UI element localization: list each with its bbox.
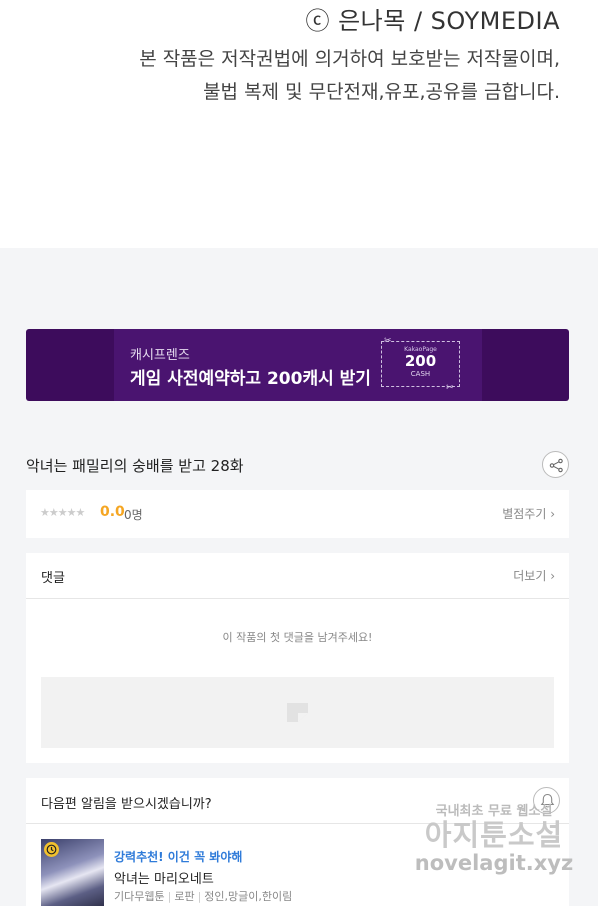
share-icon bbox=[549, 458, 563, 473]
coupon-amount: 200 bbox=[404, 352, 437, 370]
comment-label: 댓글 bbox=[41, 571, 65, 586]
next-episode-alarm-card: 다음편 알림을 받으시겠습니까? 강력추천! 이건 꼭 봐야해 악녀는 마리오네… bbox=[26, 778, 569, 906]
coupon-unit: CASH bbox=[410, 370, 431, 378]
cash-coupon: KakaoPage 200 CASH bbox=[381, 341, 460, 387]
rating-score: 0.0 bbox=[100, 504, 125, 520]
comment-input[interactable] bbox=[41, 677, 554, 748]
rating-stars[interactable]: ★★★★★ bbox=[40, 506, 85, 519]
alarm-header: 다음편 알림을 받으시겠습니까? bbox=[26, 778, 569, 824]
comment-more-link[interactable]: 더보기 › bbox=[513, 567, 555, 584]
bell-icon bbox=[540, 793, 555, 808]
rating-card: ★★★★★ 0.0 0명 별점주기 › bbox=[26, 490, 569, 538]
recommend-tag: 강력추천! 이건 꼭 봐야해 bbox=[114, 850, 243, 864]
banner-subtitle: 캐시프렌즈 bbox=[130, 348, 190, 363]
rating-count: 0명 bbox=[124, 508, 143, 522]
comment-header: 댓글 더보기 › bbox=[26, 553, 569, 599]
banner-title: 게임 사전예약하고 200캐시 받기 bbox=[130, 369, 371, 389]
recommend-title[interactable]: 악녀는 마리오네트 bbox=[114, 868, 214, 887]
recommend-meta-genre: 로판 bbox=[174, 890, 195, 903]
copyright-notice-line2: 불법 복제 및 무단전재,유포,공유를 금합니다. bbox=[203, 81, 560, 103]
recommend-meta: 기다무웹툰 | 로판 | 정인,망글이,한이림 bbox=[114, 890, 293, 903]
comment-card: 댓글 더보기 › 이 작품의 첫 댓글을 남겨주세요! bbox=[26, 553, 569, 763]
pencil-icon bbox=[287, 703, 308, 722]
rate-button[interactable]: 별점주기 › bbox=[502, 505, 555, 522]
recommend-meta-authors: 정인,망글이,한이림 bbox=[204, 890, 293, 903]
alarm-toggle-button[interactable] bbox=[533, 787, 560, 814]
scissor-icon: ✂ bbox=[384, 336, 392, 346]
clock-icon bbox=[46, 844, 57, 855]
copyright-section: ⓒ 은나목 / SOYMEDIA 본 작품은 저작권법에 의거하여 보호받는 저… bbox=[0, 0, 598, 248]
copyright-brand: ⓒ 은나목 / SOYMEDIA bbox=[305, 7, 560, 35]
scissor-icon: ✂ bbox=[446, 383, 454, 393]
recommend-thumbnail[interactable] bbox=[41, 839, 104, 906]
cash-friends-banner[interactable]: 캐시프렌즈 게임 사전예약하고 200캐시 받기 KakaoPage 200 C… bbox=[26, 329, 569, 401]
clock-badge bbox=[44, 842, 59, 857]
alarm-question: 다음편 알림을 받으시겠습니까? bbox=[41, 797, 212, 812]
episode-title: 악녀는 패밀리의 숭배를 받고 28화 bbox=[26, 457, 244, 475]
share-button[interactable] bbox=[542, 451, 569, 478]
comment-empty-message: 이 작품의 첫 댓글을 남겨주세요! bbox=[222, 631, 373, 644]
recommend-meta-type: 기다무웹툰 bbox=[114, 890, 165, 903]
copyright-notice-line1: 본 작품은 저작권법에 의거하여 보호받는 저작물이며, bbox=[139, 48, 560, 70]
